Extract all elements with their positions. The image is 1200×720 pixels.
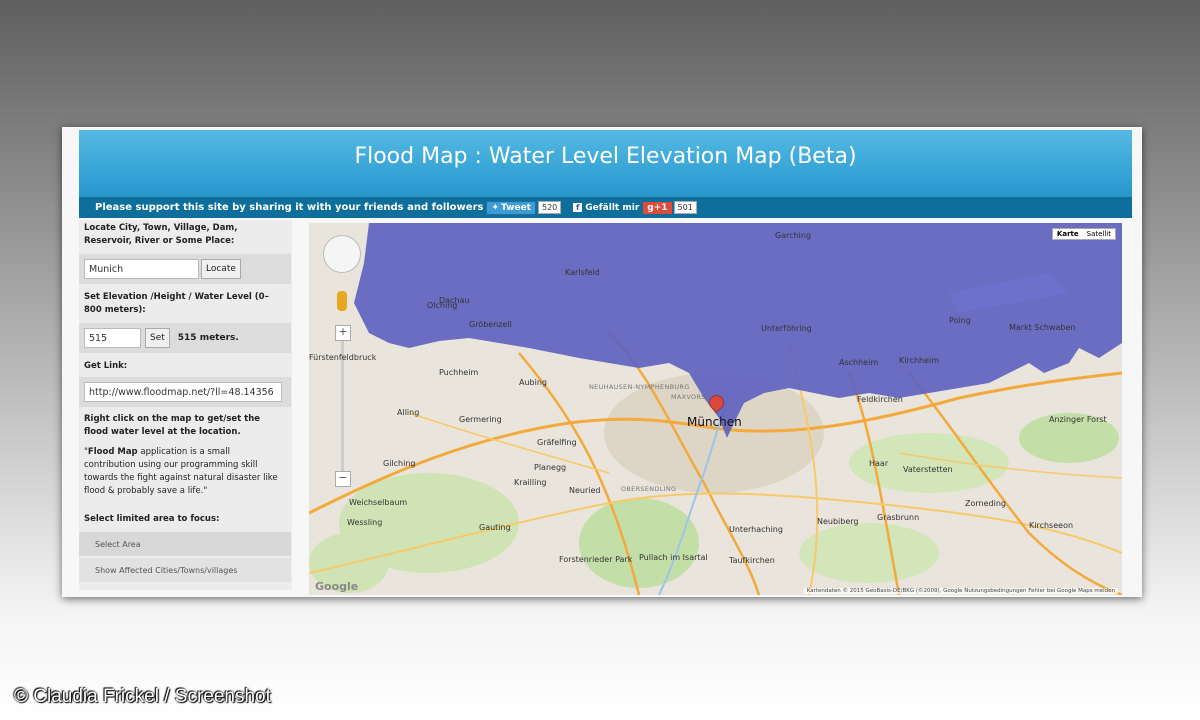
place-label-gauting: Gauting — [479, 523, 511, 532]
place-label-grasbrunn: Grasbrunn — [877, 513, 920, 522]
facebook-icon: f — [573, 203, 583, 212]
place-label-aubing: Aubing — [519, 378, 547, 387]
place-label-neuhausen: NEUHAUSEN-NYMPHENBURG — [589, 383, 690, 391]
place-label-forstenrieder-park: Forstenrieder Park — [559, 555, 633, 564]
place-label-unterfoehring: Unterföhring — [761, 324, 812, 333]
elevation-label: Set Elevation /Height / Water Level (0–8… — [84, 292, 269, 315]
place-label-vaterstetten: Vaterstetten — [903, 465, 953, 474]
about-paragraph: "Flood Map application is a small contri… — [84, 446, 284, 498]
map-type-control: Karte Satellit — [1051, 228, 1116, 240]
zoom-out-button[interactable]: − — [335, 471, 351, 487]
place-label-unterhaching: Unterhaching — [729, 525, 783, 534]
link-input[interactable]: http://www.floodmap.net/?ll=48.14356 — [84, 382, 282, 402]
zoom-in-button[interactable]: + — [335, 325, 351, 341]
show-affected-button[interactable]: Show Affected Cities/Towns/villages — [79, 558, 291, 582]
google-plus-button[interactable]: g+1 — [643, 201, 672, 214]
set-elevation-button[interactable]: Set — [145, 328, 170, 348]
place-label-krailling: Krailling — [514, 478, 547, 487]
place-label-garching: Garching — [775, 231, 812, 240]
screenshot-frame: Flood Map : Water Level Elevation Map (B… — [62, 127, 1142, 597]
pan-control[interactable] — [323, 235, 361, 273]
place-label-taufkirchen: Taufkirchen — [729, 556, 775, 565]
place-label-fuerstenfeldbruck: Fürstenfeldbruck — [309, 353, 377, 362]
place-label-anzinger-forst: Anzinger Forst — [1049, 415, 1107, 424]
forest-area — [799, 523, 939, 583]
place-label-groebenzell: Gröbenzell — [469, 320, 512, 329]
locate-row: Munich Locate — [79, 254, 291, 284]
place-label-munich: München — [687, 415, 742, 429]
link-row: http://www.floodmap.net/?ll=48.14356 — [79, 377, 291, 407]
forest-area — [579, 498, 699, 588]
place-label-obersendling: OBERSENDLING — [621, 485, 677, 493]
place-label-neubiberg: Neubiberg — [817, 517, 859, 526]
about-quote-close: " — [203, 486, 208, 496]
about-app-name: Flood Map — [87, 447, 138, 457]
map-type-map-button[interactable]: Karte — [1053, 229, 1083, 239]
google-logo: Google — [315, 580, 359, 593]
place-label-olching: Olching — [427, 301, 458, 310]
place-label-kirchheim: Kirchheim — [899, 356, 940, 365]
share-prompt: Please support this site by sharing it w… — [95, 202, 484, 213]
map-canvas[interactable]: + − Karte Satellit München Garching Karl… — [309, 223, 1122, 595]
page-title: Flood Map : Water Level Elevation Map (B… — [354, 144, 857, 169]
flood-water-overlay — [354, 223, 1122, 438]
place-label-feldkirchen: Feldkirchen — [857, 395, 903, 404]
place-label-wessling: Wessling — [347, 518, 383, 527]
locate-button[interactable]: Locate — [201, 259, 241, 279]
place-label-alling: Alling — [397, 408, 420, 417]
place-label-planegg: Planegg — [534, 463, 567, 472]
place-label-kirchseeon: Kirchseeon — [1029, 521, 1074, 530]
place-label-germering: Germering — [459, 415, 502, 424]
place-label-aschheim: Aschheim — [839, 358, 879, 367]
twitter-bird-icon: ✦ — [491, 202, 499, 213]
tweet-label: Tweet — [501, 202, 531, 213]
select-area-button[interactable]: Select Area — [79, 532, 291, 556]
street-view-pegman-icon[interactable] — [337, 291, 347, 311]
right-click-note: Right click on the map to get/set the fl… — [84, 414, 261, 437]
place-label-pullach: Pullach im Isartal — [639, 553, 708, 562]
facebook-like-label: Gefällt mir — [585, 202, 640, 213]
place-label-puchheim: Puchheim — [439, 368, 479, 377]
place-label-weichselbaum: Weichselbaum — [349, 498, 408, 507]
tweet-button[interactable]: ✦ Tweet — [486, 200, 536, 215]
place-label-poing: Poing — [949, 316, 971, 325]
map-attribution[interactable]: Kartendaten © 2015 GeoBasis-DE/BKG (©200… — [803, 588, 1118, 594]
elevation-input[interactable]: 515 — [84, 328, 141, 348]
place-label-markt-schwaben: Markt Schwaben — [1009, 323, 1076, 332]
place-label-maxvorstadt: MAXVORST. — [671, 393, 712, 401]
locate-label: Locate City, Town, Village, Dam, Reservo… — [84, 223, 238, 246]
elevation-row: 515 Set 515 meters. — [79, 323, 291, 353]
focus-label: Select limited area to focus: — [84, 514, 220, 524]
sidebar: Locate City, Town, Village, Dam, Reservo… — [79, 220, 292, 590]
map-type-satellite-button[interactable]: Satellit — [1083, 229, 1115, 239]
get-link-label: Get Link: — [84, 361, 128, 371]
facebook-like-button[interactable]: f Gefällt mir — [573, 203, 639, 213]
place-label-graefelfing: Gräfelfing — [537, 438, 577, 447]
share-bar: Please support this site by sharing it w… — [79, 197, 1132, 218]
place-label-gilching: Gilching — [383, 459, 416, 468]
place-label-neuried: Neuried — [569, 486, 601, 495]
place-label-zorneding: Zorneding — [965, 499, 1006, 508]
place-label-karlsfeld: Karlsfeld — [565, 268, 600, 277]
elevation-readout: 515 meters. — [177, 333, 239, 343]
google-plus-count: 501 — [673, 201, 697, 214]
place-label-haar: Haar — [869, 459, 889, 468]
image-credit: © Claudia Frickel / Screenshot — [14, 686, 271, 707]
tweet-count: 520 — [537, 201, 562, 214]
locate-input[interactable]: Munich — [84, 259, 199, 279]
